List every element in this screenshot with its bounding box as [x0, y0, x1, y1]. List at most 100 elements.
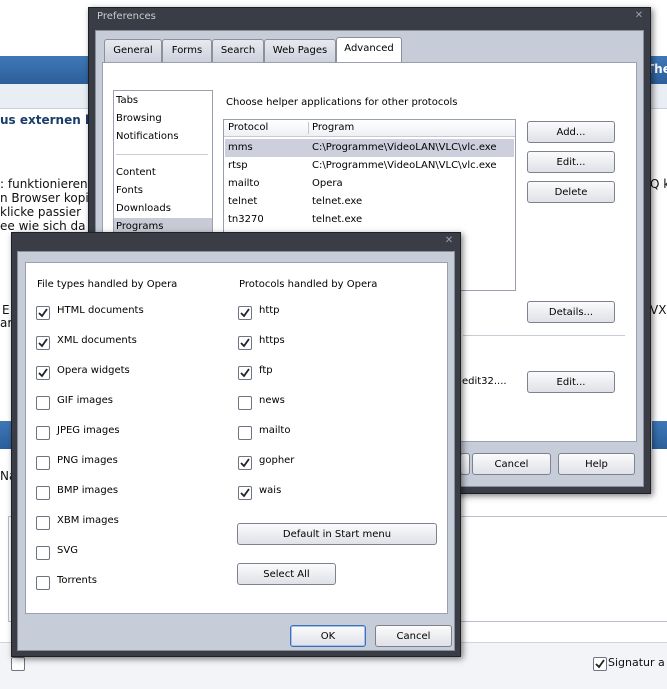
close-icon[interactable]: ✕ — [634, 11, 644, 21]
close-icon[interactable]: ✕ — [444, 236, 454, 246]
edit-source-viewer-button[interactable]: Edit... — [527, 371, 615, 393]
table-row[interactable]: tn3270 telnet.exe — [225, 211, 514, 229]
checkbox-gopher[interactable] — [238, 456, 252, 470]
check-icon — [38, 308, 48, 318]
tab-forms[interactable]: Forms — [162, 39, 212, 62]
post-line-1: : funktionieren — [0, 177, 88, 191]
protocol-cell: mms — [228, 142, 253, 153]
checkbox-label[interactable]: PNG images — [57, 455, 118, 466]
check-icon — [240, 338, 250, 348]
checkbox-mailto[interactable] — [238, 426, 252, 440]
checkbox-ftp[interactable] — [238, 366, 252, 380]
protocols-heading: Protocols handled by Opera — [239, 279, 378, 290]
category-tabs[interactable]: Tabs — [116, 92, 208, 109]
checkbox-label[interactable]: http — [259, 305, 280, 316]
checkbox-label[interactable]: news — [259, 395, 285, 406]
help-button[interactable]: Help — [558, 453, 635, 475]
tab-strip: General Forms Search Web Pages Advanced — [104, 37, 644, 63]
checkbox-label[interactable]: XML documents — [57, 335, 137, 346]
protocol-cell: telnet — [228, 196, 258, 207]
category-fonts[interactable]: Fonts — [116, 182, 208, 199]
checkbox-xbm-images[interactable] — [36, 516, 50, 530]
column-header-program[interactable]: Program — [312, 120, 354, 136]
checkbox-jpeg-images[interactable] — [36, 426, 50, 440]
category-list[interactable]: Tabs Browsing Notifications Content Font… — [113, 90, 213, 242]
check-icon — [240, 308, 250, 318]
signature-checkbox[interactable] — [593, 657, 607, 671]
tab-general[interactable]: General — [104, 39, 162, 62]
category-notifications[interactable]: Notifications — [116, 128, 208, 145]
checkbox-label[interactable]: ftp — [259, 365, 273, 376]
checkbox-torrents[interactable] — [36, 576, 50, 590]
checkbox-label[interactable]: GIF images — [57, 395, 113, 406]
checkbox-html-documents[interactable] — [36, 306, 50, 320]
checkbox-label[interactable]: HTML documents — [57, 305, 144, 316]
checkbox-label[interactable]: wais — [259, 485, 281, 496]
checkbox-label[interactable]: Opera widgets — [57, 365, 130, 376]
program-cell: C:\Programme\VideoLAN\VLC\vlc.exe — [312, 160, 497, 171]
select-all-button[interactable]: Select All — [237, 563, 336, 585]
column-header-protocol[interactable]: Protocol — [228, 120, 268, 136]
checkbox-label[interactable]: Torrents — [57, 575, 97, 586]
column-divider — [308, 122, 309, 134]
category-downloads[interactable]: Downloads — [116, 200, 208, 217]
thread-title: us externen l — [0, 113, 90, 127]
forum-reply-band-right — [652, 421, 667, 449]
checkbox-label[interactable]: gopher — [259, 455, 294, 466]
delete-button[interactable]: Delete — [527, 181, 615, 203]
dialog-panel: File types handled by Opera Protocols ha… — [25, 262, 448, 614]
category-browsing[interactable]: Browsing — [116, 110, 208, 127]
table-row[interactable]: rtsp C:\Programme\VideoLAN\VLC\vlc.exe — [225, 157, 514, 175]
cancel-button[interactable]: Cancel — [472, 453, 551, 475]
category-content[interactable]: Content — [116, 164, 208, 181]
checkbox-label[interactable]: JPEG images — [57, 425, 120, 436]
check-icon — [240, 488, 250, 498]
checkbox-bmp-images[interactable] — [36, 486, 50, 500]
checkbox-https[interactable] — [238, 336, 252, 350]
add-button[interactable]: Add... — [527, 121, 615, 143]
checkbox-xml-documents[interactable] — [36, 336, 50, 350]
post-right-fragment-2: VX — [650, 303, 667, 317]
category-separator — [116, 154, 208, 155]
checkbox-label[interactable]: SVG — [57, 545, 78, 556]
ok-button-partial[interactable] — [460, 453, 470, 475]
preferences-title: Preferences — [97, 11, 156, 22]
checkbox-label[interactable]: mailto — [259, 425, 290, 436]
check-icon — [38, 338, 48, 348]
check-icon — [38, 368, 48, 378]
checkbox-label[interactable]: XBM images — [57, 515, 119, 526]
check-icon — [240, 368, 250, 378]
cancel-button[interactable]: Cancel — [375, 625, 452, 647]
bottom-left-checkbox[interactable] — [11, 657, 25, 671]
protocol-cell: mailto — [228, 178, 260, 189]
check-icon — [240, 458, 250, 468]
edit-button[interactable]: Edit... — [527, 151, 615, 173]
checkbox-label[interactable]: https — [259, 335, 285, 346]
post-line-3: klicke passier — [0, 205, 82, 219]
checkbox-opera-widgets[interactable] — [36, 366, 50, 380]
table-row[interactable]: mms C:\Programme\VideoLAN\VLC\vlc.exe — [225, 139, 514, 157]
signature-label: Signatur a — [608, 656, 665, 669]
checkbox-http[interactable] — [238, 306, 252, 320]
post-right-fragment: Q k — [650, 177, 667, 191]
table-row[interactable]: mailto Opera — [225, 175, 514, 193]
checkbox-png-images[interactable] — [36, 456, 50, 470]
ok-button[interactable]: OK — [290, 625, 366, 647]
tab-search[interactable]: Search — [212, 39, 264, 62]
checkbox-svg[interactable] — [36, 546, 50, 560]
check-icon — [595, 659, 605, 669]
tab-web-pages[interactable]: Web Pages — [264, 39, 336, 62]
program-cell: C:\Programme\VideoLAN\VLC\vlc.exe — [312, 142, 497, 153]
table-row[interactable]: telnet telnet.exe — [225, 193, 514, 211]
checkbox-label[interactable]: BMP images — [57, 485, 118, 496]
checkbox-gif-images[interactable] — [36, 396, 50, 410]
protocol-cell: rtsp — [228, 160, 248, 171]
post-line-5: E — [2, 303, 10, 317]
details-button[interactable]: Details... — [527, 301, 615, 323]
checkbox-wais[interactable] — [238, 486, 252, 500]
tab-advanced[interactable]: Advanced — [336, 37, 402, 62]
checkbox-news[interactable] — [238, 396, 252, 410]
default-applications-dialog: ✕ File types handled by Opera Protocols … — [11, 232, 461, 657]
default-start-menu-button[interactable]: Default in Start menu — [237, 523, 437, 545]
program-cell: Opera — [312, 178, 343, 189]
